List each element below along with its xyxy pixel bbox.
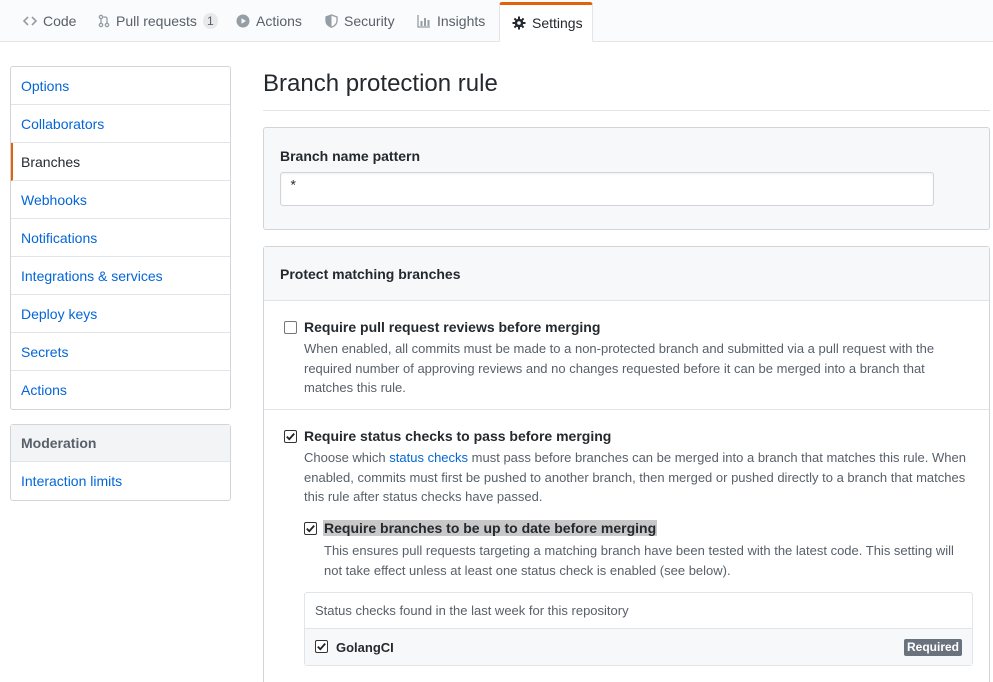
sidebar-item-webhooks[interactable]: Webhooks	[11, 181, 230, 219]
sidebar-item-branches[interactable]: Branches	[11, 143, 230, 181]
require-up-to-date-label[interactable]: Require branches to be up to date before…	[323, 520, 658, 536]
require-reviews-checkbox[interactable]	[284, 321, 297, 334]
require-status-checks-note: Choose which status checks must pass bef…	[304, 448, 976, 507]
moderation-sidebar: Moderation Interaction limits	[10, 424, 231, 501]
sidebar-item-secrets[interactable]: Secrets	[11, 333, 230, 371]
settings-sidebar: Options Collaborators Branches Webhooks …	[10, 66, 231, 410]
option-divider	[264, 409, 989, 410]
status-checks-list: Status checks found in the last week for…	[304, 592, 973, 666]
status-checks-heading: Status checks found in the last week for…	[305, 593, 972, 629]
pull-request-icon	[98, 14, 110, 28]
status-check-name: GolangCI	[336, 640, 394, 655]
required-badge: Required	[903, 639, 962, 656]
require-status-checks-label[interactable]: Require status checks to pass before mer…	[304, 428, 611, 444]
require-reviews-note: When enabled, all commits must be made t…	[304, 341, 935, 395]
tab-label: Code	[43, 13, 77, 29]
require-reviews-label[interactable]: Require pull request reviews before merg…	[304, 319, 600, 335]
graph-icon	[417, 14, 431, 28]
tab-actions[interactable]: Actions	[224, 0, 314, 42]
moderation-heading: Moderation	[11, 425, 230, 462]
tab-label: Security	[344, 13, 395, 29]
status-check-checkbox[interactable]	[315, 640, 328, 653]
sidebar-item-interaction-limits[interactable]: Interaction limits	[11, 462, 230, 500]
play-icon	[236, 14, 250, 28]
title-divider	[263, 110, 990, 111]
checkmark-icon	[317, 643, 326, 651]
note-text: Choose which	[304, 450, 390, 465]
protect-box: Protect matching branches Require pull r…	[263, 246, 990, 682]
checkmark-icon	[306, 525, 315, 533]
status-checks-link[interactable]: status checks	[389, 450, 468, 465]
tab-insights[interactable]: Insights	[405, 0, 497, 42]
protect-heading-bar: Protect matching branches	[264, 247, 989, 301]
page-title: Branch protection rule	[263, 70, 498, 97]
tab-code[interactable]: Code	[11, 0, 88, 42]
require-up-to-date-checkbox[interactable]	[304, 522, 317, 535]
tab-label: Settings	[532, 15, 583, 31]
require-up-to-date-note: This ensures pull requests targeting a m…	[324, 543, 954, 578]
tab-label: Pull requests	[116, 13, 197, 29]
sidebar-item-deploy-keys[interactable]: Deploy keys	[11, 295, 230, 333]
gear-icon	[512, 16, 526, 30]
sidebar-item-collaborators[interactable]: Collaborators	[11, 105, 230, 143]
sidebar-item-integrations[interactable]: Integrations & services	[11, 257, 230, 295]
code-icon	[23, 14, 37, 28]
tab-label: Insights	[437, 13, 486, 29]
status-check-row[interactable]: GolangCI Required	[305, 629, 972, 665]
checkmark-icon	[286, 433, 295, 441]
tab-security[interactable]: Security	[313, 0, 407, 42]
tab-label: Actions	[256, 13, 302, 29]
repo-nav: Code Pull requests 1 Actions Security In…	[0, 0, 993, 42]
sidebar-item-notifications[interactable]: Notifications	[11, 219, 230, 257]
pull-request-count: 1	[202, 13, 218, 29]
sidebar-item-actions[interactable]: Actions	[11, 371, 230, 409]
require-status-checks-checkbox[interactable]	[284, 430, 297, 443]
protect-heading: Protect matching branches	[280, 265, 461, 282]
tab-pull-requests[interactable]: Pull requests 1	[86, 0, 230, 42]
sidebar-item-options[interactable]: Options	[11, 67, 230, 105]
pattern-box: Branch name pattern *	[263, 127, 990, 230]
pattern-label: Branch name pattern	[280, 148, 421, 164]
shield-icon	[325, 14, 338, 28]
tab-settings[interactable]: Settings	[499, 2, 593, 42]
branch-pattern-input[interactable]: *	[280, 172, 934, 206]
